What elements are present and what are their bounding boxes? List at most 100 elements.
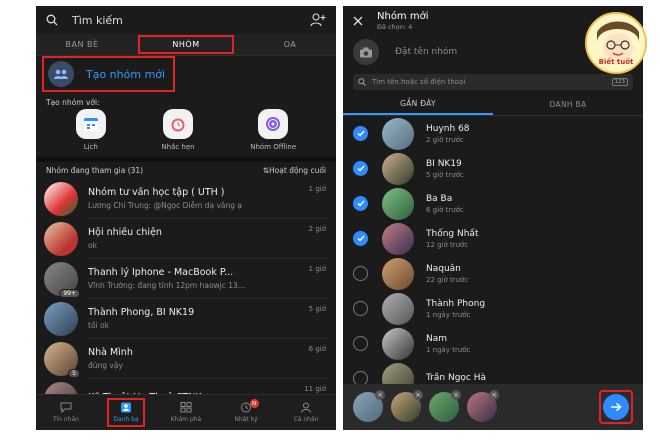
contact-name: Ba Ba bbox=[426, 193, 453, 204]
reminder-action[interactable]: Nhắc hẹn bbox=[161, 109, 195, 157]
close-icon[interactable] bbox=[353, 16, 363, 26]
search-input[interactable]: Tìm kiếm bbox=[72, 14, 310, 27]
contact-search[interactable]: Tìm tên hoặc số điện thoại 123 bbox=[353, 74, 633, 90]
group-name: Nhóm tư vấn học tập ( UTH ) bbox=[88, 187, 225, 198]
group-name: Hội nhiều chiện bbox=[88, 227, 162, 238]
numeric-keypad-toggle[interactable]: 123 bbox=[611, 78, 628, 86]
group-name: Nhà Mình bbox=[88, 347, 133, 358]
create-group-row: Tạo nhóm mới bbox=[36, 56, 336, 92]
contacts-icon bbox=[120, 402, 132, 413]
unchecked-icon[interactable] bbox=[353, 336, 368, 351]
group-chat-row[interactable]: Thành Phong, BI NK19 tối ok 5 giờ bbox=[36, 299, 336, 339]
group-name-input[interactable]: Đặt tên nhóm bbox=[395, 47, 457, 57]
last-message: đúng vậy bbox=[88, 361, 123, 370]
remove-icon[interactable]: × bbox=[451, 390, 461, 400]
tab-recent[interactable]: GẦN ĐÂY bbox=[343, 94, 493, 115]
contact-avatar bbox=[382, 152, 414, 185]
notification-badge: N bbox=[249, 399, 259, 408]
top-bar: Tìm kiếm bbox=[36, 6, 336, 34]
nav-profile-label: Cá nhân bbox=[293, 416, 319, 423]
create-with-label: Tạo nhóm với: bbox=[46, 98, 100, 107]
message-time: 5 giờ bbox=[308, 305, 326, 313]
unchecked-icon[interactable] bbox=[353, 301, 368, 316]
nav-messages[interactable]: Tin nhắn bbox=[36, 395, 96, 430]
contact-avatar bbox=[382, 187, 414, 220]
nav-discover-label: Khám phá bbox=[170, 416, 202, 423]
selected-avatar[interactable]: × bbox=[429, 390, 461, 422]
group-avatar: 5 bbox=[44, 342, 80, 378]
checked-icon[interactable] bbox=[353, 231, 368, 246]
add-friend-icon[interactable] bbox=[310, 13, 326, 27]
member-count-badge: 5 bbox=[68, 369, 80, 378]
logo-text: Biết tuốt bbox=[598, 58, 634, 66]
contact-avatar bbox=[382, 222, 414, 255]
contact-row[interactable]: BI NK19 5 giờ trước bbox=[343, 151, 643, 186]
group-chat-row[interactable]: Nhóm tư vấn học tập ( UTH ) Lương Chí Tru… bbox=[36, 179, 336, 219]
contact-source-tabs: GẦN ĐÂY DANH BẠ bbox=[343, 94, 643, 116]
groups-header: Nhóm đang tham gia (31) ⇅Hoạt động cuối bbox=[36, 157, 336, 179]
calendar-action[interactable]: Lịch bbox=[75, 109, 106, 157]
contact-row[interactable]: Huynh 68 2 giờ trước bbox=[343, 116, 643, 151]
nav-contacts[interactable]: Danh bạ bbox=[96, 395, 156, 430]
message-time: 2 giờ bbox=[308, 225, 326, 233]
nav-profile[interactable]: Cá nhân bbox=[276, 395, 336, 430]
group-avatar: 99+ bbox=[44, 262, 80, 298]
nav-contacts-label: Danh bạ bbox=[113, 416, 139, 423]
contact-row[interactable]: Naquân 22 giờ trước bbox=[343, 256, 643, 291]
member-count-badge: 99+ bbox=[59, 289, 80, 298]
selected-avatar[interactable]: × bbox=[391, 390, 423, 422]
contact-row[interactable]: Thống Nhất 12 giờ trước bbox=[343, 221, 643, 256]
unchecked-icon[interactable] bbox=[353, 266, 368, 281]
alarm-icon bbox=[169, 115, 187, 133]
search-icon[interactable] bbox=[46, 14, 58, 26]
contact-avatar bbox=[382, 327, 414, 360]
grid-icon bbox=[180, 402, 192, 413]
sort-button[interactable]: ⇅Hoạt động cuối bbox=[263, 166, 326, 175]
new-group-screen: Nhóm mới Đã chọn: 4 Đặt tên nhóm Tìm tên… bbox=[343, 6, 643, 430]
contact-name: Thống Nhất bbox=[426, 228, 479, 239]
contact-avatar bbox=[382, 257, 414, 290]
reminder-label: Nhắc hẹn bbox=[161, 143, 195, 151]
group-chat-row[interactable]: 99+ Thanh lý Iphone - MacBook P... Vĩnh Tr… bbox=[36, 259, 336, 299]
remove-icon[interactable]: × bbox=[413, 390, 423, 400]
tab-friends[interactable]: BẠN BÈ bbox=[36, 34, 128, 55]
contact-avatar bbox=[382, 117, 414, 150]
last-message: Vĩnh Trường: đang tính 12pm haowjc 13... bbox=[88, 281, 245, 290]
tab-groups[interactable]: NHÓM bbox=[138, 35, 234, 54]
message-time: 11 giờ bbox=[304, 385, 326, 393]
next-button[interactable] bbox=[599, 390, 633, 424]
contact-row[interactable]: Thành Phong 1 ngày trước bbox=[343, 291, 643, 326]
contact-name: Trần Ngọc Hà bbox=[426, 372, 486, 383]
last-active: 5 giờ trước bbox=[426, 170, 464, 179]
message-time: 6 giờ bbox=[308, 345, 326, 353]
group-chat-row[interactable]: Hội nhiều chiện ok 2 giờ bbox=[36, 219, 336, 259]
checked-icon[interactable] bbox=[353, 126, 368, 141]
checked-icon[interactable] bbox=[353, 196, 368, 211]
last-message: ok bbox=[88, 241, 97, 250]
calendar-icon bbox=[82, 115, 100, 133]
group-chat-row[interactable]: 5 Nhà Mình đúng vậy 6 giờ bbox=[36, 339, 336, 379]
groups-count: Nhóm đang tham gia (31) bbox=[46, 166, 144, 175]
last-message: tối ok bbox=[88, 321, 109, 330]
create-group-button[interactable]: Tạo nhóm mới bbox=[42, 56, 176, 92]
selected-avatar[interactable]: × bbox=[353, 390, 385, 422]
calendar-label: Lịch bbox=[83, 143, 98, 151]
message-time: 1 giờ bbox=[308, 185, 326, 193]
selected-avatar[interactable]: × bbox=[467, 390, 499, 422]
offline-group-action[interactable]: Nhóm Offline bbox=[250, 109, 296, 157]
remove-icon[interactable]: × bbox=[489, 390, 499, 400]
contact-name: Thành Phong bbox=[426, 298, 486, 309]
checked-icon[interactable] bbox=[353, 161, 368, 176]
contact-name: Huynh 68 bbox=[426, 123, 470, 134]
page-title: Nhóm mới bbox=[377, 11, 429, 22]
tab-oa[interactable]: OA bbox=[244, 34, 336, 55]
group-avatar bbox=[44, 302, 78, 336]
contact-row[interactable]: Nam 1 ngày trước bbox=[343, 326, 643, 361]
tab-directory[interactable]: DANH BẠ bbox=[493, 94, 643, 115]
bottom-nav: Tin nhắn Danh bạ Khám phá N Nhật ký Cá n… bbox=[36, 394, 336, 430]
nav-discover[interactable]: Khám phá bbox=[156, 395, 216, 430]
remove-icon[interactable]: × bbox=[375, 390, 385, 400]
nav-timeline[interactable]: N Nhật ký bbox=[216, 395, 276, 430]
camera-icon[interactable] bbox=[353, 39, 379, 65]
contact-row[interactable]: Ba Ba 6 giờ trước bbox=[343, 186, 643, 221]
